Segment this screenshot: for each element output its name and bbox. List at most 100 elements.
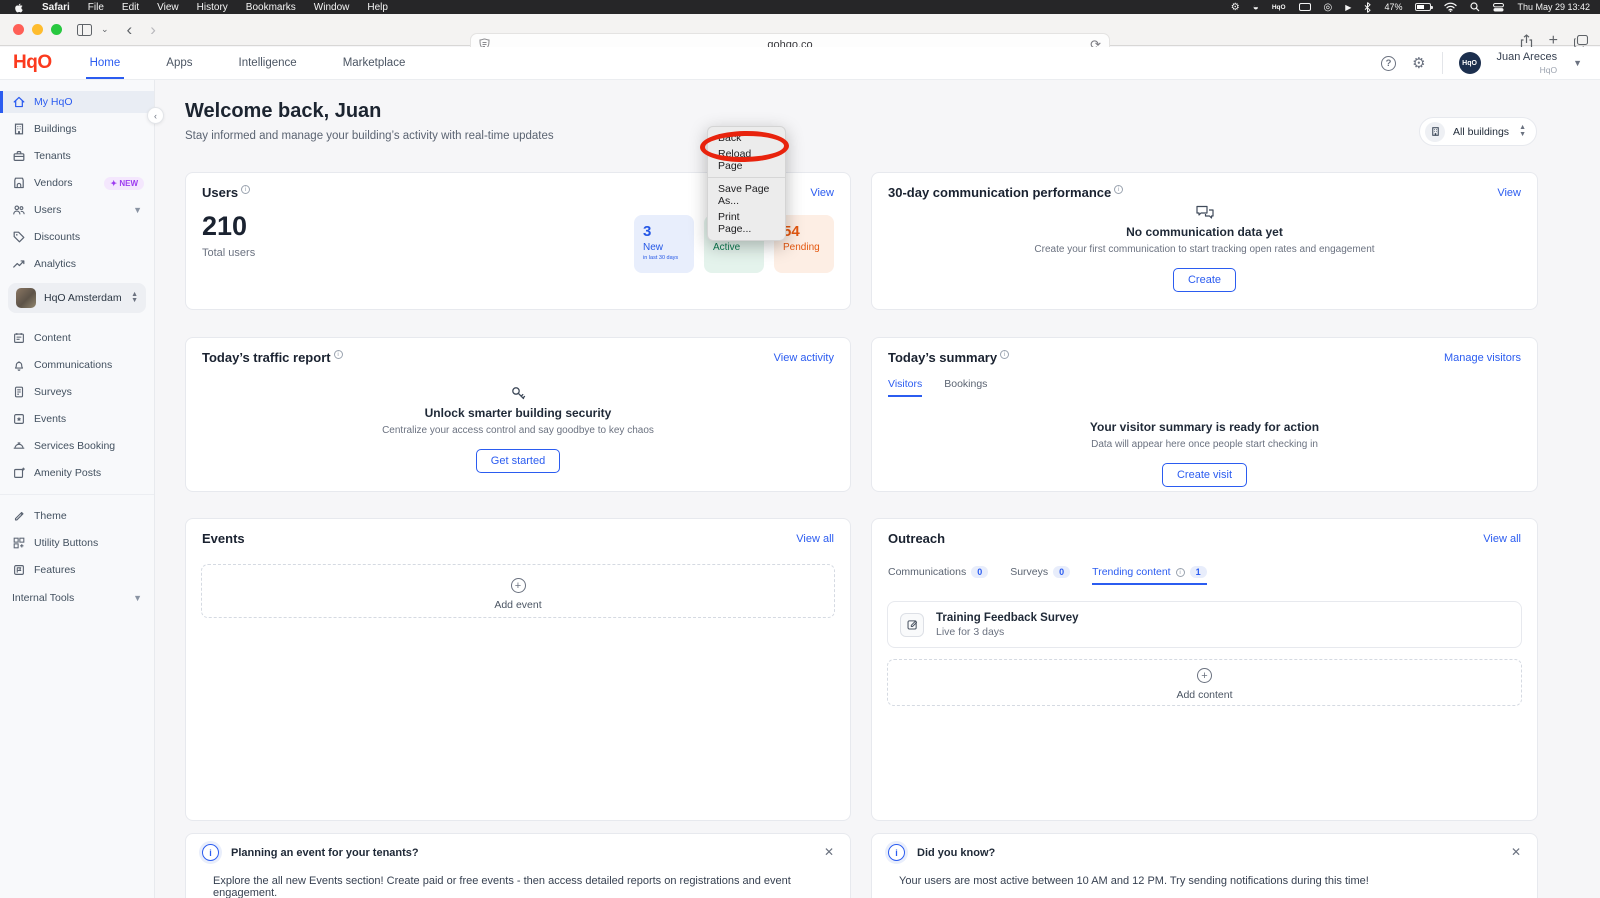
cam-icon[interactable]: ◒ [1253, 2, 1259, 13]
sidebar-label: Internal Tools [12, 592, 74, 604]
sidebar-item-utility-buttons[interactable]: Utility Buttons [0, 532, 154, 554]
sidebar-item-vendors[interactable]: Vendors ✦ NEW [0, 172, 154, 194]
wifi-icon[interactable] [1444, 2, 1457, 12]
sidebar-item-theme[interactable]: Theme [0, 505, 154, 527]
tab-trending-content[interactable]: Trending content i 1 [1092, 566, 1206, 585]
display-icon[interactable] [1299, 3, 1311, 11]
chevron-down-icon[interactable]: ▼ [1573, 58, 1582, 68]
sidebar-label: Users [34, 204, 61, 216]
sidebar-label: Discounts [34, 231, 80, 243]
sidebar-item-buildings[interactable]: Buildings [0, 118, 154, 140]
info-icon[interactable]: i [241, 185, 250, 194]
sidebar-item-analytics[interactable]: Analytics [0, 253, 154, 275]
user-avatar[interactable]: HqO [1459, 52, 1481, 74]
menu-bookmarks[interactable]: Bookmarks [246, 2, 296, 13]
tab-group-chevron-icon[interactable]: ⌄ [101, 25, 118, 34]
building-filter-dropdown[interactable]: All buildings ▲▼ [1419, 117, 1537, 146]
search-icon[interactable] [1470, 2, 1480, 12]
manage-visitors-link[interactable]: Manage visitors [1444, 352, 1521, 364]
menu-file[interactable]: File [88, 2, 104, 13]
sidebar-item-content[interactable]: Content [0, 327, 154, 349]
menu-view[interactable]: View [157, 2, 179, 13]
plus-icon: + [511, 578, 526, 593]
events-view-all-link[interactable]: View all [796, 533, 834, 545]
tab-communications[interactable]: Communications 0 [888, 566, 988, 585]
tab-surveys[interactable]: Surveys 0 [1010, 566, 1070, 585]
tab-intelligence[interactable]: Intelligence [239, 47, 297, 79]
card-title: 30-day communication performancei [888, 185, 1123, 200]
create-communication-button[interactable]: Create [1173, 268, 1236, 292]
screen: Safari File Edit View History Bookmarks … [0, 0, 1600, 898]
info-icon[interactable]: i [1000, 350, 1009, 359]
help-icon[interactable]: ? [1381, 56, 1396, 71]
traffic-view-activity-link[interactable]: View activity [774, 352, 834, 364]
sidebar-item-my-hqo[interactable]: My HqO [0, 91, 154, 113]
sidebar-item-events[interactable]: Events [0, 408, 154, 430]
banner-title: Planning an event for your tenants? [231, 847, 419, 859]
user-name-block[interactable]: Juan Areces HqO [1497, 51, 1558, 74]
info-icon[interactable]: i [334, 350, 343, 359]
tab-home[interactable]: Home [90, 47, 121, 79]
sidebar-item-discounts[interactable]: Discounts [0, 226, 154, 248]
sidebar-item-services-booking[interactable]: Services Booking [0, 435, 154, 457]
users-view-link[interactable]: View [810, 187, 834, 199]
add-content-label: Add content [888, 689, 1521, 701]
hqo-status-icon[interactable]: HqO [1272, 4, 1286, 11]
tab-visitors[interactable]: Visitors [888, 378, 922, 397]
hqo-logo[interactable]: HqO [0, 52, 90, 74]
count-badge: 1 [1190, 566, 1207, 578]
outreach-view-all-link[interactable]: View all [1483, 533, 1521, 545]
briefcase-icon [12, 149, 26, 163]
menu-history[interactable]: History [197, 2, 228, 13]
close-icon[interactable]: ✕ [824, 845, 834, 859]
sidebar-item-tenants[interactable]: Tenants [0, 145, 154, 167]
create-visit-button[interactable]: Create visit [1162, 463, 1247, 487]
menubar-app-name[interactable]: Safari [42, 2, 70, 13]
info-circle-icon: i [888, 844, 905, 861]
context-menu-save-page-as[interactable]: Save Page As... [708, 181, 785, 209]
menu-edit[interactable]: Edit [122, 2, 139, 13]
add-content-dropzone[interactable]: + Add content [887, 659, 1522, 706]
back-button[interactable]: ‹ [118, 21, 142, 38]
tab-marketplace[interactable]: Marketplace [343, 47, 406, 79]
tab-overview-icon[interactable] [1574, 35, 1588, 48]
sidebar-label: Tenants [34, 150, 71, 162]
play-icon[interactable]: ▶ [1345, 3, 1351, 12]
menu-window[interactable]: Window [314, 2, 350, 13]
bluetooth-icon[interactable] [1364, 2, 1371, 13]
settings-gear-icon[interactable]: ⚙ [1412, 54, 1425, 72]
sidebar-item-amenity-posts[interactable]: Amenity Posts [0, 462, 154, 484]
sidebar-item-communications[interactable]: Communications [0, 354, 154, 376]
menu-help[interactable]: Help [367, 2, 388, 13]
building-selector[interactable]: HqO Amsterdam ▲▼ [8, 283, 146, 313]
sidebar-item-internal-tools[interactable]: Internal Tools ▼ [0, 587, 154, 609]
sidebar-item-users[interactable]: Users ▼ [0, 199, 154, 221]
tab-bookings[interactable]: Bookings [944, 378, 987, 397]
sidebar-toggle-icon[interactable] [68, 24, 101, 36]
main-nav: Home Apps Intelligence Marketplace [90, 47, 406, 79]
sidebar-item-surveys[interactable]: Surveys [0, 381, 154, 403]
sidebar-item-features[interactable]: Features [0, 559, 154, 581]
outreach-tabs: Communications 0 Surveys 0 Trending cont… [888, 566, 1207, 585]
banner-body: Your users are most active between 10 AM… [899, 875, 1517, 887]
zoom-window-button[interactable] [51, 24, 62, 35]
gear-icon[interactable]: ⚙ [1231, 2, 1240, 13]
communication-view-link[interactable]: View [1497, 187, 1521, 199]
trending-content-item[interactable]: Training Feedback Survey Live for 3 days [887, 601, 1522, 648]
summary-tabs: Visitors Bookings [888, 378, 987, 397]
close-window-button[interactable] [13, 24, 24, 35]
add-event-dropzone[interactable]: + Add event [201, 564, 835, 618]
minimize-window-button[interactable] [32, 24, 43, 35]
menubar-clock[interactable]: Thu May 29 13:42 [1517, 2, 1590, 12]
sidebar-collapse-button[interactable]: ‹ [147, 107, 164, 124]
apple-icon[interactable] [14, 2, 24, 13]
close-icon[interactable]: ✕ [1511, 845, 1521, 859]
total-users-value: 210 [202, 211, 247, 242]
forward-button[interactable]: › [141, 21, 165, 38]
context-menu-print-page[interactable]: Print Page... [708, 209, 785, 237]
get-started-button[interactable]: Get started [476, 449, 560, 473]
info-icon[interactable]: i [1114, 185, 1123, 194]
record-icon[interactable]: ◎ [1324, 2, 1333, 13]
control-center-icon[interactable] [1493, 3, 1504, 12]
tab-apps[interactable]: Apps [166, 47, 192, 79]
